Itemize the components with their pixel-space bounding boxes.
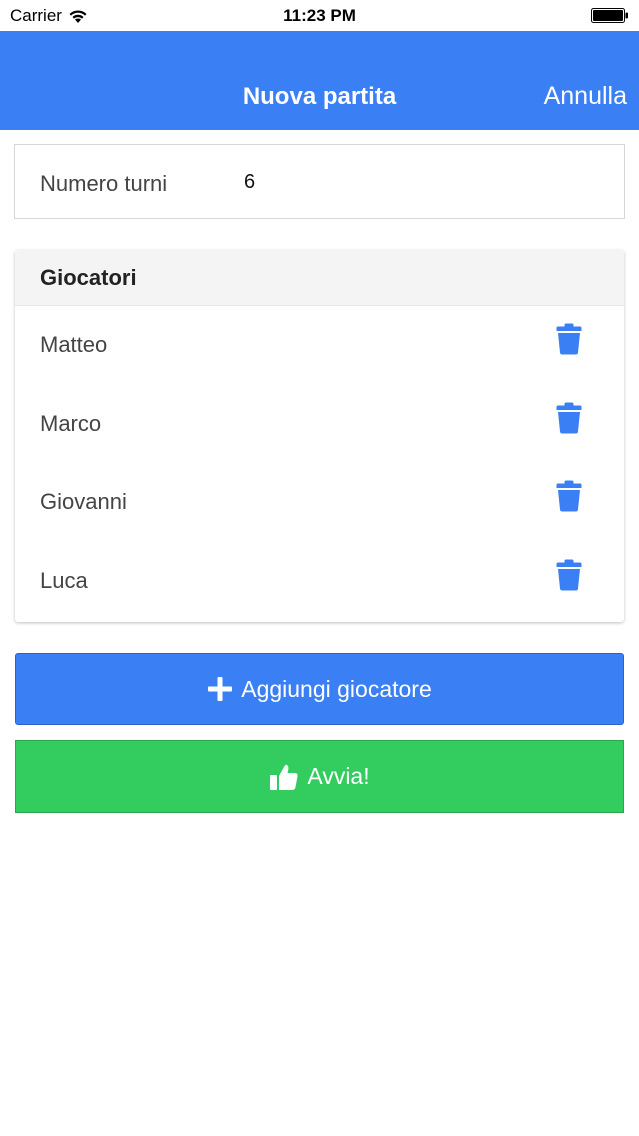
rounds-label: Numero turni xyxy=(40,171,168,196)
start-label: Avvia! xyxy=(307,763,370,789)
status-time: 11:23 PM xyxy=(283,6,356,25)
player-row: Luca xyxy=(15,542,624,621)
player-name: Giovanni xyxy=(40,489,127,515)
add-player-button[interactable]: Aggiungi giocatore xyxy=(15,653,624,725)
players-list: Giocatori Matteo Marco Giovanni Luca xyxy=(15,250,624,622)
player-name: Marco xyxy=(40,410,102,436)
plus-icon xyxy=(208,677,233,701)
players-header: Giocatori xyxy=(15,250,624,306)
trash-icon[interactable] xyxy=(556,559,582,591)
player-row: Marco xyxy=(15,385,624,464)
trash-icon[interactable] xyxy=(556,323,582,355)
start-button[interactable]: Avvia! xyxy=(15,740,624,813)
thumbs-up-icon xyxy=(270,764,298,790)
navigation-bar: Nuova partita Annulla xyxy=(0,31,639,130)
player-name: Matteo xyxy=(40,332,108,358)
cancel-button[interactable]: Annulla xyxy=(544,82,627,111)
player-name: Luca xyxy=(40,567,88,593)
rounds-input[interactable]: 6 xyxy=(244,171,444,194)
player-row: Matteo xyxy=(15,306,624,385)
rounds-field[interactable]: Numero turni 6 xyxy=(14,144,625,219)
battery-icon xyxy=(591,8,628,23)
add-player-label: Aggiungi giocatore xyxy=(241,675,432,702)
trash-icon[interactable] xyxy=(556,480,582,512)
player-row: Giovanni xyxy=(15,463,624,542)
status-bar: Carrier 11:23 PM xyxy=(0,0,639,31)
trash-icon[interactable] xyxy=(556,402,582,434)
